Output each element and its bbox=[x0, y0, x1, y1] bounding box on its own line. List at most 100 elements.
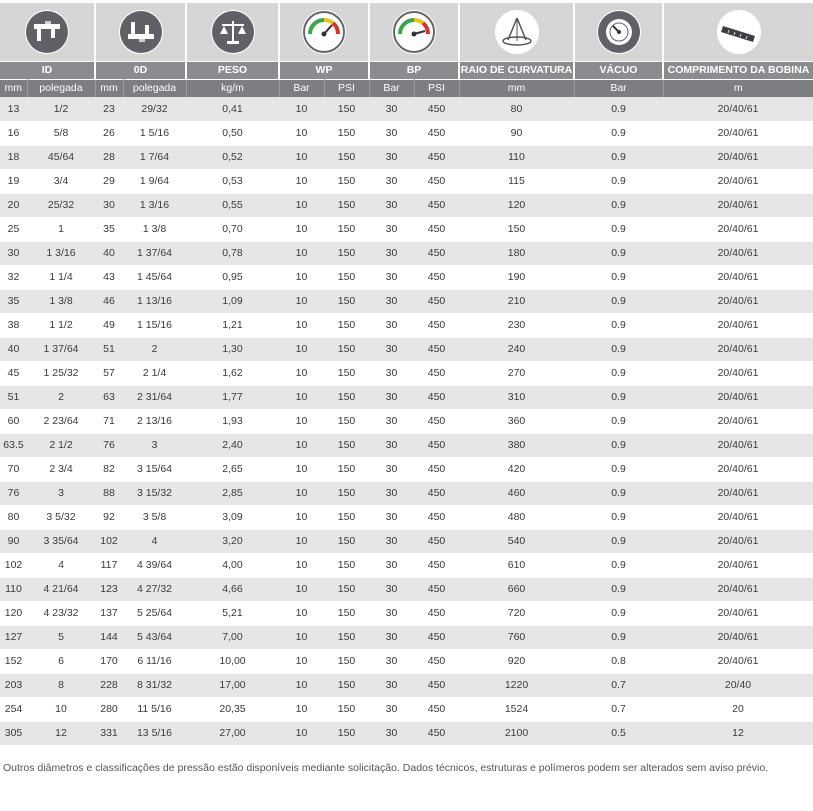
od-polegada-cell: 2 31/64 bbox=[123, 385, 186, 410]
vacuo-cell: 0.9 bbox=[574, 313, 663, 338]
od-header-cell bbox=[95, 3, 187, 61]
bp-bar-cell: 30 bbox=[369, 481, 414, 506]
id-polegada-cell: 2 bbox=[27, 385, 95, 410]
id-mm-cell: 40 bbox=[0, 337, 27, 362]
bp-bar-cell: 30 bbox=[369, 265, 414, 290]
id-polegada-cell: 1 25/32 bbox=[27, 361, 95, 386]
od-mm-cell: 123 bbox=[95, 577, 123, 602]
bp-bar-cell: 30 bbox=[369, 385, 414, 410]
id-polegada-cell: 1 3/8 bbox=[27, 289, 95, 314]
bp-bar-cell: 30 bbox=[369, 361, 414, 386]
table-row: 13 1/2 23 29/32 0,41 10 150 30 450 80 0.9 20/40/61 bbox=[0, 97, 813, 122]
raio-cell: 1524 bbox=[459, 697, 574, 722]
wp-psi-cell: 150 bbox=[324, 625, 369, 650]
od-polegada-cell: 5 25/64 bbox=[123, 601, 186, 626]
wp-title: WP bbox=[279, 60, 370, 79]
wp-psi-cell: 150 bbox=[324, 409, 369, 434]
id-mm-cell: 38 bbox=[0, 313, 27, 338]
comprimento-cell: 20/40 bbox=[663, 673, 813, 698]
bp-psi-cell: 450 bbox=[414, 145, 459, 170]
bp-psi-cell: 450 bbox=[414, 625, 459, 650]
od-polegada-cell: 1 9/64 bbox=[123, 169, 186, 194]
wp-psi-cell: 150 bbox=[324, 265, 369, 290]
id-mm-cell: 127 bbox=[0, 625, 27, 650]
comprimento-header-cell bbox=[663, 3, 813, 61]
wp-psi-cell: 150 bbox=[324, 313, 369, 338]
od-polegada-cell: 29/32 bbox=[123, 97, 186, 122]
vacuo-cell: 0.9 bbox=[574, 145, 663, 170]
wp-psi-cell: 150 bbox=[324, 193, 369, 218]
vacuo-cell: 0.9 bbox=[574, 481, 663, 506]
vacuo-cell: 0.9 bbox=[574, 529, 663, 554]
vacuo-cell: 0.9 bbox=[574, 121, 663, 146]
vacuo-cell: 0.5 bbox=[574, 721, 663, 746]
vacuo-cell: 0.8 bbox=[574, 649, 663, 674]
id-polegada-cell: 5/8 bbox=[27, 121, 95, 146]
od-polegada-cell: 8 31/32 bbox=[123, 673, 186, 698]
bp-header-cell bbox=[369, 3, 460, 61]
comprimento-cell: 20/40/61 bbox=[663, 145, 813, 170]
peso-cell: 5,21 bbox=[186, 601, 279, 626]
caliper-id-icon bbox=[25, 9, 69, 54]
od-polegada-cell: 4 39/64 bbox=[123, 553, 186, 578]
wp-psi-cell: 150 bbox=[324, 553, 369, 578]
od-polegada-cell: 1 45/64 bbox=[123, 265, 186, 290]
comprimento-cell: 20/40/61 bbox=[663, 265, 813, 290]
peso-cell: 0,53 bbox=[186, 169, 279, 194]
id-polegada-cell: 4 bbox=[27, 553, 95, 578]
title-row: ID 0D PESO WP BP RAIO DE CURVATURA VÁCUO… bbox=[0, 60, 813, 79]
comprimento-cell: 20/40/61 bbox=[663, 193, 813, 218]
peso-cell: 3,20 bbox=[186, 529, 279, 554]
wp-psi-cell: 150 bbox=[324, 385, 369, 410]
od-mm-cell: 331 bbox=[95, 721, 123, 746]
bp-psi-cell: 450 bbox=[414, 97, 459, 122]
id-mm-cell: 16 bbox=[0, 121, 27, 146]
wp-psi-cell: 150 bbox=[324, 577, 369, 602]
od-mm-cell: 46 bbox=[95, 289, 123, 314]
bp-bar-cell: 30 bbox=[369, 625, 414, 650]
caliper-od-icon bbox=[118, 9, 163, 54]
wp-bar-unit: Bar bbox=[279, 78, 325, 97]
bp-bar-cell: 30 bbox=[369, 97, 414, 122]
bp-bar-cell: 30 bbox=[369, 193, 414, 218]
peso-cell: 7,00 bbox=[186, 625, 279, 650]
peso-cell: 1,30 bbox=[186, 337, 279, 362]
comprimento-cell: 20/40/61 bbox=[663, 97, 813, 122]
gauge-wp-icon bbox=[302, 9, 346, 54]
od-polegada-cell: 13 5/16 bbox=[123, 721, 186, 746]
table-row: 70 2 3/4 82 3 15/64 2,65 10 150 30 450 420 0.9 20/4… bbox=[0, 457, 813, 482]
peso-cell: 2,40 bbox=[186, 433, 279, 458]
wp-bar-cell: 10 bbox=[279, 625, 324, 650]
raio-cell: 230 bbox=[459, 313, 574, 338]
comprimento-cell: 20/40/61 bbox=[663, 625, 813, 650]
wp-psi-cell: 150 bbox=[324, 289, 369, 314]
table-row: 38 1 1/2 49 1 15/16 1,21 10 150 30 450 230 0.9 20/4… bbox=[0, 313, 813, 338]
raio-cell: 720 bbox=[459, 601, 574, 626]
id-mm-cell: 120 bbox=[0, 601, 27, 626]
od-mm-cell: 82 bbox=[95, 457, 123, 482]
vacuo-unit: Bar bbox=[574, 78, 664, 97]
peso-cell: 1,77 bbox=[186, 385, 279, 410]
od-polegada-cell: 2 13/16 bbox=[123, 409, 186, 434]
wp-bar-cell: 10 bbox=[279, 721, 324, 746]
comprimento-cell: 20/40/61 bbox=[663, 601, 813, 626]
raio-cell: 480 bbox=[459, 505, 574, 530]
od-polegada-cell: 3 15/32 bbox=[123, 481, 186, 506]
vacuo-cell: 0.9 bbox=[574, 553, 663, 578]
od-mm-cell: 30 bbox=[95, 193, 123, 218]
od-mm-cell: 26 bbox=[95, 121, 123, 146]
bp-psi-cell: 450 bbox=[414, 217, 459, 242]
raio-cell: 460 bbox=[459, 481, 574, 506]
comprimento-cell: 20/40/61 bbox=[663, 313, 813, 338]
table-row: 203 8 228 8 31/32 17,00 10 150 30 450 1220 0.7 20/4… bbox=[0, 673, 813, 698]
id-mm-cell: 110 bbox=[0, 577, 27, 602]
raio-cell: 380 bbox=[459, 433, 574, 458]
vacuum-gauge-icon bbox=[596, 9, 641, 54]
vacuo-cell: 0.9 bbox=[574, 337, 663, 362]
bp-bar-cell: 30 bbox=[369, 505, 414, 530]
table-row: 120 4 23/32 137 5 25/64 5,21 10 150 30 450 720 0.9… bbox=[0, 601, 813, 626]
peso-cell: 2,65 bbox=[186, 457, 279, 482]
bp-bar-cell: 30 bbox=[369, 241, 414, 266]
od-polegada-cell: 1 13/16 bbox=[123, 289, 186, 314]
wp-psi-cell: 150 bbox=[324, 433, 369, 458]
